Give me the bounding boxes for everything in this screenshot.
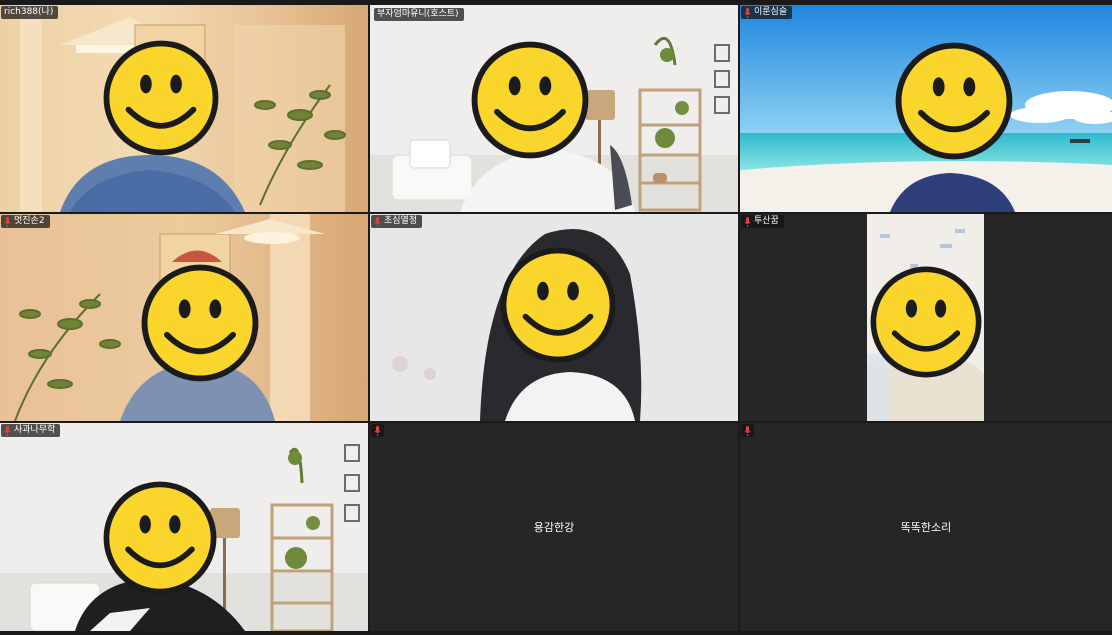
smiley-face-icon <box>471 41 589 159</box>
participant-center-name: 똑똑한소리 <box>900 521 952 534</box>
participant-center-name: 용감한강 <box>533 521 575 534</box>
participant-name-tag: 부자엄마유니(호스트) <box>374 8 464 21</box>
mic-muted-icon <box>4 425 11 436</box>
participant-tile-rich388[interactable]: rich388(나) <box>0 5 368 212</box>
participant-name-tag: rich388(나) <box>1 6 59 19</box>
participant-tile-sagwanamuhak[interactable]: 사과나무학 <box>0 423 368 631</box>
smiley-face-icon <box>103 40 219 156</box>
mic-muted-icon <box>744 7 751 18</box>
participant-name-tag <box>371 424 384 437</box>
participant-tile-tusankkum[interactable]: 투산꿈 <box>740 214 1112 421</box>
participant-name-tag: 초심열정 <box>371 215 423 228</box>
mic-muted-icon <box>374 425 381 436</box>
smiley-face-icon <box>141 264 259 382</box>
participant-name-tag <box>741 424 754 437</box>
mic-muted-icon <box>744 216 751 227</box>
participant-name: 초심열정 <box>384 216 418 226</box>
participant-name-tag: 이룬심슬 <box>741 6 793 19</box>
participant-tile-meotjinson2[interactable]: 멋진손2 <box>0 214 368 421</box>
smiley-face-icon <box>500 247 616 363</box>
participant-name-tag: 사과나무학 <box>1 424 61 437</box>
participant-name-tag: 투산꿈 <box>741 215 784 228</box>
participant-name: 부자엄마유니(호스트) <box>377 9 459 19</box>
smiley-face-icon <box>870 266 982 378</box>
participant-name: 이룬심슬 <box>754 7 788 17</box>
mic-muted-icon <box>4 216 11 227</box>
smiley-face-icon <box>103 481 217 595</box>
participant-tile-irunsimseul[interactable]: 이룬심슬 <box>740 5 1112 212</box>
participant-name: 멋진손2 <box>14 216 45 226</box>
participant-tile-host[interactable]: 부자엄마유니(호스트) <box>370 5 738 212</box>
participant-tile-yonggamhangang[interactable]: 용감한강 <box>370 423 738 631</box>
participant-name: rich388(나) <box>4 7 54 17</box>
mic-muted-icon <box>744 425 751 436</box>
participant-tile-ttokttokhansori[interactable]: 똑똑한소리 <box>740 423 1112 631</box>
participant-name: 투산꿈 <box>754 216 779 226</box>
participant-tile-chosimyeoljeong[interactable]: 초심열정 <box>370 214 738 421</box>
smiley-face-icon <box>895 42 1013 160</box>
participant-name-tag: 멋진손2 <box>1 215 50 228</box>
video-grid: rich388(나) 부자엄마유니(호스트) 이룬심슬 멋진손2 초심열정 투산… <box>0 5 1112 633</box>
participant-name: 사과나무학 <box>14 425 56 435</box>
mic-muted-icon <box>374 216 381 227</box>
